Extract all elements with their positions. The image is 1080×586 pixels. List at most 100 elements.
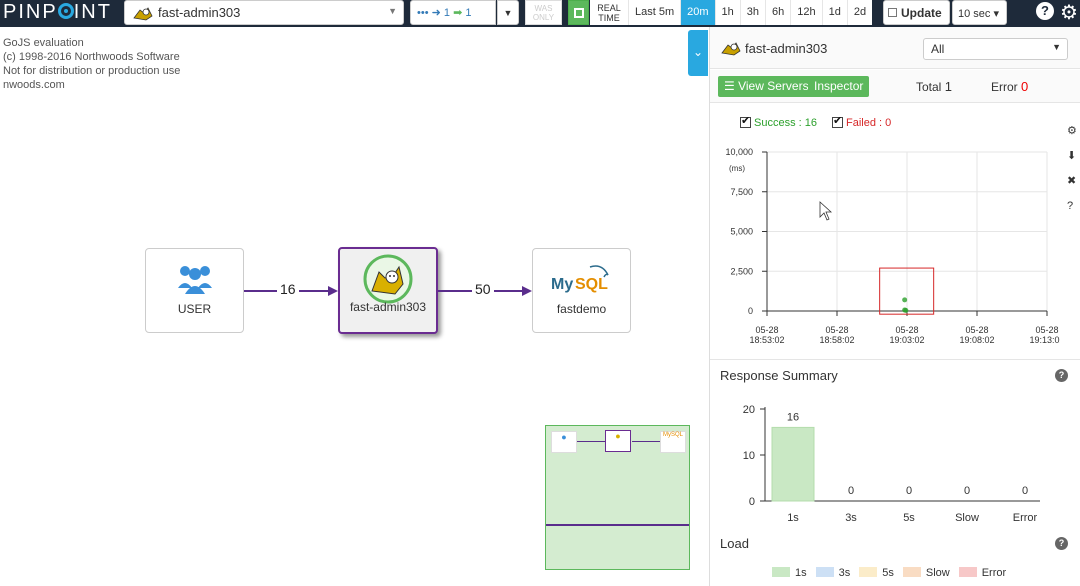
range-6h[interactable]: 6h — [765, 0, 790, 25]
chevron-down-icon: ▼ — [388, 6, 397, 16]
application-node[interactable]: fast-admin303 — [338, 247, 438, 334]
legend-error[interactable]: Error — [958, 567, 1006, 579]
help-icon[interactable]: ? — [1036, 2, 1054, 20]
info-details-panel: fast-admin303 All ▼ ☰ View Servers Inspec… — [709, 27, 1080, 586]
was-only-toggle[interactable]: WAS ONLY — [525, 0, 562, 25]
edge-call-count[interactable]: 50 — [472, 281, 494, 297]
range-3h[interactable]: 3h — [739, 0, 765, 25]
watermark-line: (c) 1998-2016 Northwoods Software — [3, 51, 180, 63]
legend-label: 5s — [882, 567, 894, 579]
application-selector[interactable]: fast-admin303 ▼ — [124, 0, 404, 25]
x-tick-label: 3s — [845, 512, 857, 524]
success-checkbox[interactable] — [740, 114, 751, 128]
failed-checkbox[interactable] — [832, 114, 843, 128]
watermark-line: GoJS evaluation — [3, 37, 84, 49]
node-label: fast-admin303 — [349, 300, 427, 314]
x-tick-label: 5s — [903, 512, 915, 524]
realtime-button[interactable]: REAL TIME — [590, 0, 628, 25]
error-label: Error — [991, 80, 1018, 94]
gear-icon[interactable]: ⚙ — [1060, 0, 1078, 25]
bar-value-label: 16 — [787, 411, 799, 423]
total-label: Total — [916, 80, 942, 94]
failed-label: Failed : 0 — [846, 117, 892, 129]
depth-in-value: 1 — [443, 7, 451, 19]
mysql-logo-icon: My SQL — [551, 265, 609, 293]
view-servers-button[interactable]: ☰ View Servers — [718, 76, 815, 97]
inbound-arrow-icon: ➜ — [431, 7, 441, 19]
help-icon[interactable]: ? — [1055, 537, 1068, 550]
scatter-point — [903, 307, 909, 313]
minimap-edge — [632, 441, 660, 442]
legend-3s[interactable]: 3s — [815, 567, 850, 579]
gear-icon[interactable]: ⚙ — [1067, 119, 1079, 144]
y-tick-label: 20 — [743, 404, 755, 416]
node-label: fastdemo — [556, 302, 607, 316]
edge-arrowhead — [328, 286, 338, 296]
legend-slow[interactable]: Slow — [902, 567, 950, 579]
help-icon[interactable]: ? — [1055, 369, 1068, 382]
x-tick-label: 05-28 18:53:02 — [749, 325, 784, 345]
svg-text:SQL: SQL — [575, 276, 608, 293]
outbound-arrow-icon: ➡ — [453, 7, 463, 19]
help-icon[interactable]: ? — [1067, 194, 1079, 219]
bar-value-label: 0 — [848, 485, 854, 497]
update-checkbox[interactable] — [888, 8, 897, 17]
panel-app-name: fast-admin303 — [745, 41, 828, 56]
agent-filter-select[interactable]: All ▼ — [923, 38, 1068, 60]
panel-toggle-button[interactable]: ⌄ — [688, 30, 708, 76]
depth-dropdown-button[interactable]: ▼ — [497, 0, 519, 25]
success-label: Success : 16 — [754, 117, 817, 129]
bar-1s — [771, 426, 815, 502]
y-tick-label: 10,000 — [725, 147, 753, 157]
range-12h[interactable]: 12h — [790, 0, 821, 25]
fullscreen-icon[interactable]: ✖ — [1067, 169, 1079, 194]
database-node[interactable]: My SQL fastdemo — [532, 248, 631, 333]
edge-arrowhead — [522, 286, 532, 296]
bar-value-label: 0 — [906, 485, 912, 497]
scatter-point — [902, 297, 908, 303]
tomcat-icon — [133, 7, 153, 21]
range-2d[interactable]: 2d — [846, 0, 872, 25]
view-servers-label: View Servers — [738, 79, 809, 93]
server-map-canvas[interactable]: GoJS evaluation (c) 1998-2016 Northwoods… — [0, 27, 708, 586]
x-tick-label: Error — [1013, 512, 1038, 524]
realtime-icon[interactable] — [568, 0, 589, 25]
panel-header: fast-admin303 All ▼ — [710, 27, 1080, 69]
range-1h[interactable]: 1h — [714, 0, 740, 25]
y-tick-label: 10 — [743, 450, 755, 462]
y-axis-label: (ms) — [729, 164, 745, 173]
success-filter[interactable]: Success : 16 — [740, 114, 817, 129]
panel-toolbar: ☰ View Servers Inspector Total 1 Error 0 — [710, 70, 1080, 103]
search-depth-selector[interactable]: ••• ➜ 1 ➡ 1 — [410, 0, 496, 25]
load-legend: 1s 3s 5s Slow Error — [772, 567, 1006, 579]
total-count: Total 1 — [916, 79, 952, 94]
depth-out-value: 1 — [465, 7, 472, 19]
inspector-button[interactable]: Inspector — [808, 76, 869, 97]
range-20m[interactable]: 20m — [680, 0, 715, 25]
gojs-watermark: GoJS evaluation (c) 1998-2016 Northwoods… — [3, 36, 180, 92]
pinpoint-logo[interactable]: PINP INT — [3, 1, 112, 24]
range-last-5m[interactable]: Last 5m — [628, 0, 680, 25]
overview-minimap[interactable]: ● ● MySQL — [545, 425, 690, 570]
response-time-scatter-chart[interactable]: 10,000 7,500 5,000 2,500 0 (ms) 05-28 18:53:02 0… — [710, 139, 1060, 349]
agent-filter-value: All — [931, 42, 945, 56]
range-1d[interactable]: 1d — [821, 0, 847, 25]
y-tick-label: 7,500 — [730, 187, 753, 197]
legend-1s[interactable]: 1s — [772, 567, 807, 579]
update-button[interactable]: Update — [883, 0, 950, 25]
legend-5s[interactable]: 5s — [859, 567, 894, 579]
user-node[interactable]: USER — [145, 248, 244, 333]
top-navbar: PINP INT fast-admin303 ▼ ••• ➜ 1 ➡ 1 ▼ WA… — [0, 0, 1080, 27]
response-summary-chart[interactable]: 20 10 0 16 1s 0 3s 0 5s 0 Slow 0 Error — [710, 393, 1070, 528]
failed-filter[interactable]: Failed : 0 — [832, 114, 892, 129]
update-label: Update — [901, 6, 942, 20]
edge-call-count[interactable]: 16 — [277, 281, 299, 297]
mouse-cursor-icon — [819, 201, 833, 221]
x-tick-label: 05-28 19:03:02 — [889, 325, 924, 345]
minimap-node: ● — [605, 430, 631, 452]
refresh-interval-dropdown[interactable]: 10 sec ▾ — [952, 0, 1007, 25]
total-value: 1 — [944, 79, 952, 94]
y-tick-label: 2,500 — [730, 266, 753, 276]
interval-value: 10 sec — [958, 8, 991, 20]
download-icon[interactable]: ⬇ — [1067, 144, 1079, 169]
